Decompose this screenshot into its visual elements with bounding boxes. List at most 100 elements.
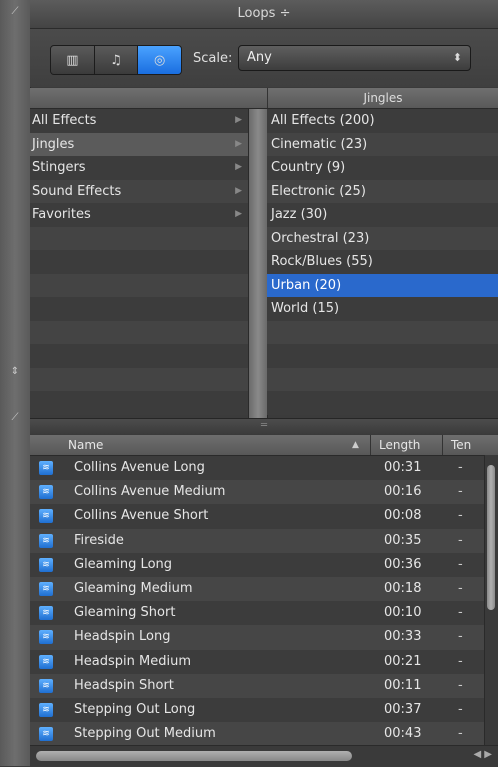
empty-row — [30, 297, 248, 321]
subcategory-column: All Effects (200) Cinematic (23) Country… — [267, 109, 498, 418]
audio-loop-icon: ≋ — [39, 509, 53, 524]
loop-tempo: - — [458, 556, 463, 572]
loop-length: 00:33 — [384, 629, 422, 645]
subcategory-item[interactable]: Orchestral (23) — [267, 226, 498, 250]
audio-loop-icon: ≋ — [39, 727, 53, 742]
tempo-column-header[interactable]: Ten — [442, 435, 498, 455]
collapse-arrows-icon[interactable]: ⇕ — [10, 366, 20, 378]
music-view-button[interactable]: ♫ — [94, 46, 139, 74]
loop-length: 00:10 — [384, 605, 422, 621]
loop-tempo: - — [458, 701, 463, 717]
loop-length: 00:21 — [384, 653, 422, 669]
category-label: Favorites — [32, 207, 91, 222]
pane-splitter[interactable]: ═ — [30, 418, 498, 436]
view-mode-segmented-control: ▥ ♫ ◎ — [50, 45, 182, 75]
grid-view-icon: ▥ — [66, 52, 79, 68]
window-title[interactable]: Loops ÷ — [30, 0, 498, 29]
category-item[interactable]: Sound Effects ▶ — [30, 179, 248, 203]
loop-length: 00:43 — [384, 726, 422, 742]
loop-name: Collins Avenue Medium — [74, 484, 226, 500]
subcategory-item[interactable]: Jazz (30) — [267, 203, 498, 227]
category-item[interactable]: Favorites ▶ — [30, 203, 248, 227]
loop-row[interactable]: ≋ Headspin Long 00:33 - — [30, 625, 498, 650]
loop-name: Stepping Out Long — [74, 701, 196, 717]
category-item[interactable]: Stingers ▶ — [30, 156, 248, 180]
loop-tempo: - — [458, 726, 463, 742]
loop-row[interactable]: ≋ Headspin Medium 00:21 - — [30, 649, 498, 674]
audio-loop-icon: ≋ — [39, 581, 53, 596]
category-item-selected[interactable]: Jingles ▶ — [30, 132, 248, 156]
loop-tempo: - — [458, 629, 463, 645]
category-item[interactable]: All Effects ▶ — [30, 109, 248, 133]
loop-row[interactable]: ≋ Headspin Short 00:11 - — [30, 673, 498, 698]
empty-row — [30, 344, 248, 368]
left-resize-strip[interactable]: ⟋ ⇕ ⟋ — [0, 0, 31, 766]
loop-row[interactable]: ≋ Stepping Out Medium 00:43 - — [30, 722, 498, 745]
vertical-scrollbar[interactable] — [484, 455, 498, 745]
subcategory-item[interactable]: Cinematic (23) — [267, 132, 498, 156]
disclosure-arrow-icon: ▶ — [235, 162, 242, 172]
audio-loop-icon: ≋ — [39, 678, 53, 693]
music-note-icon: ♫ — [110, 52, 122, 68]
loop-length: 00:37 — [384, 701, 422, 717]
subcategory-item-selected[interactable]: Urban (20) — [267, 273, 498, 297]
loop-tempo: - — [458, 460, 463, 475]
length-column-header[interactable]: Length — [370, 435, 443, 455]
loop-row[interactable]: ≋ Gleaming Long 00:36 - — [30, 552, 498, 577]
loop-tempo: - — [458, 508, 463, 524]
horizontal-scrollbar[interactable]: ◀ ▶ — [30, 745, 498, 767]
loop-row[interactable]: ≋ Fireside 00:35 - — [30, 528, 498, 553]
subcategory-item[interactable]: Electronic (25) — [267, 179, 498, 203]
column-divider[interactable] — [248, 109, 268, 418]
loop-results-list: Name ▲ Length Ten ≋ Collins Avenue Long 00… — [30, 435, 498, 745]
empty-row — [267, 391, 498, 415]
subcategory-item[interactable]: World (15) — [267, 297, 498, 321]
name-column-header[interactable]: Name — [68, 435, 103, 455]
scroll-thumb[interactable] — [487, 465, 495, 610]
empty-row — [267, 344, 498, 368]
empty-row — [30, 391, 248, 415]
podcast-view-button[interactable]: ◎ — [138, 46, 181, 74]
loop-row[interactable]: ≋ Gleaming Short 00:10 - — [30, 601, 498, 626]
audio-loop-icon: ≋ — [39, 533, 53, 548]
loop-length: 00:11 — [384, 677, 422, 693]
loop-name: Collins Avenue Long — [74, 460, 205, 475]
scale-value: Any — [247, 50, 272, 65]
loop-tempo: - — [458, 677, 463, 693]
loop-length: 00:31 — [384, 460, 422, 475]
loop-row[interactable]: ≋ Collins Avenue Short 00:08 - — [30, 504, 498, 529]
loop-tempo: - — [458, 484, 463, 500]
grid-view-button[interactable]: ▥ — [51, 46, 95, 74]
column-browser: Jingles All Effects ▶ Jingles ▶ Stingers ▶ … — [30, 88, 498, 418]
audio-loop-icon: ≋ — [39, 654, 53, 669]
subcategory-item[interactable]: Country (9) — [267, 156, 498, 180]
audio-loop-icon: ≋ — [39, 485, 53, 500]
resize-grip-icon[interactable]: ⟋ — [10, 412, 20, 424]
empty-row — [30, 367, 248, 391]
scroll-thumb[interactable] — [36, 751, 352, 761]
loop-row[interactable]: ≋ Stepping Out Long 00:37 - — [30, 697, 498, 723]
empty-row — [30, 250, 248, 274]
loop-name: Headspin Long — [74, 629, 171, 645]
scroll-arrows-icon[interactable]: ◀ ▶ — [473, 749, 492, 760]
loop-row[interactable]: ≋ Gleaming Medium 00:18 - — [30, 576, 498, 602]
loop-name: Collins Avenue Short — [74, 508, 209, 524]
audio-loop-icon: ≋ — [39, 461, 53, 475]
subcategory-item[interactable]: Rock/Blues (55) — [267, 250, 498, 274]
disclosure-arrow-icon: ▶ — [235, 138, 242, 149]
audio-loop-icon: ≋ — [39, 630, 53, 645]
loop-row[interactable]: ≋ Collins Avenue Long 00:31 - — [30, 456, 498, 481]
resize-grip-icon[interactable]: ⟋ — [10, 6, 20, 18]
scale-dropdown[interactable]: Any ⬍ — [238, 45, 471, 71]
empty-row — [30, 273, 248, 297]
loop-length: 00:36 — [384, 556, 422, 572]
subcategory-column-title: Jingles — [267, 88, 498, 108]
empty-row — [267, 320, 498, 344]
audio-loop-icon: ≋ — [39, 606, 53, 621]
loop-row[interactable]: ≋ Collins Avenue Medium 00:16 - — [30, 480, 498, 505]
loop-tempo: - — [458, 580, 463, 596]
dropdown-arrows-icon: ⬍ — [452, 51, 462, 64]
category-label: Stingers — [32, 160, 86, 175]
loop-length: 00:35 — [384, 532, 422, 548]
subcategory-item[interactable]: All Effects (200) — [267, 109, 498, 133]
